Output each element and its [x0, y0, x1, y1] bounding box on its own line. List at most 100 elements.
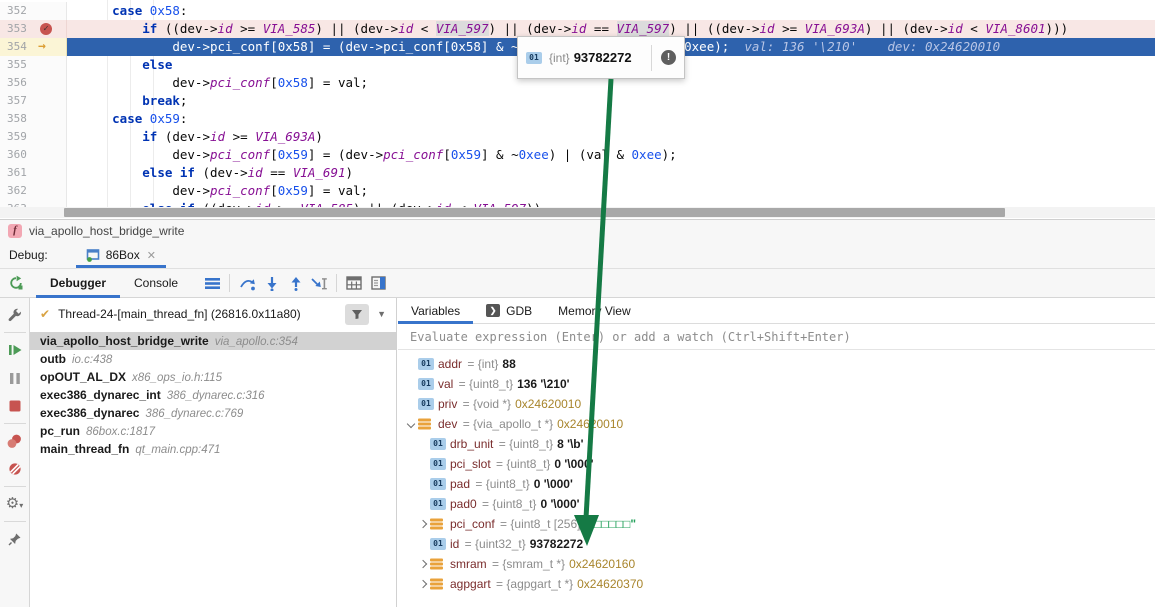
stack-frame[interactable]: outbio.c:438: [30, 350, 396, 368]
show-execution-point-icon: [205, 276, 220, 290]
layout-settings-button[interactable]: [366, 272, 390, 294]
strip-separator: [4, 486, 26, 487]
session-tab-86box[interactable]: 86Box ✕: [76, 242, 166, 268]
chevron-right-icon[interactable]: [419, 520, 427, 528]
breakpoint-icon[interactable]: ✓: [40, 23, 52, 35]
variable-type: {uint8_t}: [506, 457, 550, 471]
stack-frame[interactable]: via_apollo_host_bridge_writevia_apollo.c…: [30, 332, 396, 350]
resume-button[interactable]: [4, 339, 26, 361]
variable-name: dev: [438, 417, 457, 431]
evaluate-expression-button[interactable]: [342, 272, 366, 294]
scrollbar-thumb[interactable]: [64, 208, 1005, 217]
debugger-settings-button[interactable]: ⚙▾: [4, 493, 26, 515]
variable-value: 136 '\210': [517, 377, 569, 391]
close-icon[interactable]: ✕: [147, 249, 156, 262]
variable-row[interactable]: dev = {via_apollo_t *}0x24620010: [398, 414, 1155, 434]
variable-row[interactable]: 01val = {uint8_t}136 '\210': [398, 374, 1155, 394]
editor-gutter[interactable]: 353✓: [0, 20, 67, 38]
pause-button[interactable]: [4, 367, 26, 389]
code-line[interactable]: 361 else if (dev->id == VIA_691): [0, 164, 1155, 182]
chevron-down-icon[interactable]: [407, 420, 415, 428]
editor-gutter[interactable]: 352: [0, 2, 67, 20]
struct-type-icon: [430, 578, 450, 590]
editor-gutter[interactable]: 356: [0, 74, 67, 92]
variable-value: 88: [502, 357, 515, 371]
stop-button[interactable]: [4, 395, 26, 417]
stack-frame[interactable]: main_thread_fnqt_main.cpp:471: [30, 440, 396, 458]
strip-separator: [4, 332, 26, 333]
variable-type: {smram_t *}: [502, 557, 565, 571]
view-breakpoints-icon: [7, 434, 22, 448]
tab-console[interactable]: Console: [120, 269, 192, 297]
step-out-button[interactable]: [283, 272, 307, 294]
thread-dropdown-caret-icon[interactable]: ▼: [377, 309, 386, 319]
editor-gutter[interactable]: 361: [0, 164, 67, 182]
code-text: break;: [67, 92, 1155, 110]
strip-separator: [4, 521, 26, 522]
code-text: dev->pci_conf[0x59] = val;: [67, 182, 1155, 200]
variable-row[interactable]: 01drb_unit = {uint8_t}8 '\b': [398, 434, 1155, 454]
stack-frame[interactable]: exec386_dynarec386_dynarec.c:769: [30, 404, 396, 422]
chevron-right-icon[interactable]: [419, 580, 427, 588]
thread-selector[interactable]: ✔ Thread-24-[main_thread_fn] (26816.0x11…: [30, 298, 396, 330]
code-line[interactable]: 358 case 0x59:: [0, 110, 1155, 128]
stack-frame[interactable]: opOUT_AL_DXx86_ops_io.h:115: [30, 368, 396, 386]
breadcrumb-function-name[interactable]: via_apollo_host_bridge_write: [29, 224, 184, 238]
editor-gutter[interactable]: 360: [0, 146, 67, 164]
variable-row[interactable]: 01pci_slot = {uint8_t}0 '\000': [398, 454, 1155, 474]
editor-gutter[interactable]: 358: [0, 110, 67, 128]
variable-row[interactable]: smram = {smram_t *}0x24620160: [398, 554, 1155, 574]
step-into-button[interactable]: [259, 272, 283, 294]
tab-debugger[interactable]: Debugger: [36, 269, 120, 297]
mute-breakpoints-button[interactable]: [4, 458, 26, 480]
step-over-button[interactable]: [235, 272, 259, 294]
frames-panel: ✔ Thread-24-[main_thread_fn] (26816.0x11…: [30, 298, 397, 607]
editor-gutter[interactable]: 359: [0, 128, 67, 146]
evaluate-placeholder: Evaluate expression (Enter) or add a wat…: [410, 330, 851, 344]
tab-variables[interactable]: Variables: [398, 298, 473, 323]
variable-row[interactable]: 01addr = {int}88: [398, 354, 1155, 374]
code-editor[interactable]: 352 case 0x58:353✓ if ((dev->id >= VIA_5…: [0, 0, 1155, 219]
evaluate-expression-input[interactable]: Evaluate expression (Enter) or add a wat…: [398, 324, 1155, 350]
terminal-icon: ❯: [486, 304, 500, 317]
view-breakpoints-button[interactable]: [4, 430, 26, 452]
variable-row[interactable]: 01priv = {void *}0x24620010: [398, 394, 1155, 414]
pause-icon: [9, 372, 21, 385]
variable-value: 0 '\000': [554, 457, 593, 471]
editor-gutter[interactable]: 354→: [0, 38, 67, 56]
editor-gutter[interactable]: 357: [0, 92, 67, 110]
editor-gutter[interactable]: 362: [0, 182, 67, 200]
code-line[interactable]: 362 dev->pci_conf[0x59] = val;: [0, 182, 1155, 200]
variable-row[interactable]: 01pad0 = {uint8_t}0 '\000': [398, 494, 1155, 514]
variable-value: 0x24620370: [577, 577, 643, 591]
horizontal-scrollbar[interactable]: [0, 207, 1155, 218]
code-text: case 0x59:: [67, 110, 1155, 128]
settings-wrench-button[interactable]: [4, 304, 26, 326]
stack-frame[interactable]: pc_run86box.c:1817: [30, 422, 396, 440]
chevron-right-icon[interactable]: [419, 560, 427, 568]
code-line[interactable]: 359 if (dev->id >= VIA_693A): [0, 128, 1155, 146]
step-into-icon: [264, 276, 279, 291]
variable-row[interactable]: pci_conf = {uint8_t [256]}"□□□□□": [398, 514, 1155, 534]
run-to-cursor-button[interactable]: [307, 272, 331, 294]
code-line[interactable]: 360 dev->pci_conf[0x59] = (dev->pci_conf…: [0, 146, 1155, 164]
thread-status-check-icon: ✔: [40, 307, 50, 321]
variable-row[interactable]: 01pad = {uint8_t}0 '\000': [398, 474, 1155, 494]
step-over-icon: [239, 276, 256, 291]
tab-memory-view[interactable]: Memory View: [545, 298, 643, 323]
code-line[interactable]: 357 break;: [0, 92, 1155, 110]
stack-frame[interactable]: exec386_dynarec_int386_dynarec.c:316: [30, 386, 396, 404]
hide-frames-filter-button[interactable]: [345, 304, 369, 325]
show-execution-point-button[interactable]: [200, 272, 224, 294]
tab-gdb[interactable]: ❯ GDB: [473, 298, 545, 323]
variable-row[interactable]: 01id = {uint32_t}93782272: [398, 534, 1155, 554]
variable-type: {uint8_t}: [492, 497, 536, 511]
function-icon: f: [8, 224, 22, 238]
pin-tab-button[interactable]: [4, 528, 26, 550]
variable-row[interactable]: agpgart = {agpgart_t *}0x24620370: [398, 574, 1155, 594]
code-line[interactable]: 352 case 0x58:: [0, 2, 1155, 20]
editor-gutter[interactable]: 355: [0, 56, 67, 74]
clion-debugger-window: 352 case 0x58:353✓ if ((dev->id >= VIA_5…: [0, 0, 1155, 607]
info-icon[interactable]: !: [661, 50, 676, 65]
rerun-button[interactable]: [4, 272, 28, 294]
